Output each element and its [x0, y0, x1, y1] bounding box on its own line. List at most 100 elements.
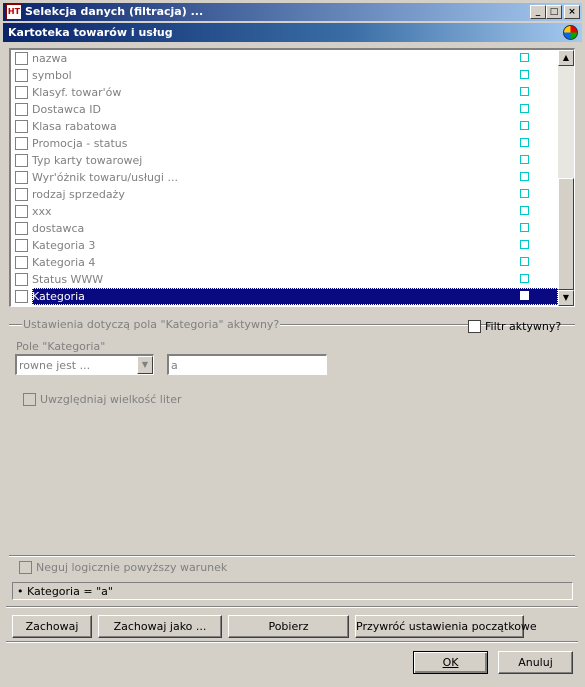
field-checkbox[interactable]	[15, 86, 28, 99]
selection-highlight	[32, 288, 558, 305]
save-button[interactable]: Zachowaj	[12, 615, 92, 638]
field-label: Kategoria 3	[32, 239, 96, 252]
field-list-item[interactable]: Kategoria 3	[11, 237, 558, 254]
chevron-down-icon[interactable]: ▼	[137, 356, 153, 374]
field-label: Kategoria	[32, 290, 85, 303]
field-list-item[interactable]: Klasa rabatowa	[11, 118, 558, 135]
field-list-item[interactable]: Klasyf. towar'ów	[11, 84, 558, 101]
field-label: Klasyf. towar'ów	[32, 86, 122, 99]
field-filter-indicator[interactable]	[520, 189, 529, 198]
field-checkbox[interactable]	[15, 52, 28, 65]
field-filter-indicator[interactable]	[520, 155, 529, 164]
field-list-item[interactable]: Kategoria	[11, 288, 558, 305]
field-checkbox[interactable]	[15, 222, 28, 235]
field-filter-indicator[interactable]	[520, 274, 529, 283]
field-label: Typ karty towarowej	[32, 154, 143, 167]
ok-button[interactable]: OK	[413, 651, 488, 674]
field-label: Status WWW	[32, 273, 104, 286]
field-checkbox[interactable]	[15, 137, 28, 150]
field-list-item[interactable]: dostawca	[11, 220, 558, 237]
field-label: Pole "Kategoria"	[16, 340, 106, 353]
field-filter-indicator[interactable]	[520, 70, 529, 79]
window-title: Selekcja danych (filtracja) ...	[25, 5, 204, 18]
field-list-item[interactable]: symbol	[11, 67, 558, 84]
scroll-thumb[interactable]	[558, 178, 574, 290]
field-checkbox[interactable]	[15, 273, 28, 286]
negate-separator	[9, 555, 575, 557]
field-filter-indicator[interactable]	[520, 138, 529, 147]
field-filter-indicator[interactable]	[520, 240, 529, 249]
operator-select[interactable]: rowne jest ... ▼	[15, 354, 154, 375]
field-label: rodzaj sprzedaży	[32, 188, 125, 201]
case-sensitive-checkbox[interactable]	[23, 393, 36, 406]
value-input[interactable]	[167, 354, 327, 375]
field-label: dostawca	[32, 222, 85, 235]
field-checkbox[interactable]	[15, 256, 28, 269]
negate-label: Neguj logicznie powyższy warunek	[36, 561, 228, 574]
field-filter-indicator[interactable]	[520, 53, 529, 62]
field-label: Wyr'óżnik towaru/usługi ...	[32, 171, 178, 184]
field-filter-indicator[interactable]	[520, 291, 529, 300]
section-title: Kartoteka towarów i usług	[8, 26, 173, 39]
field-checkbox[interactable]	[15, 69, 28, 82]
minimize-button[interactable]: _	[530, 5, 546, 19]
field-checkbox[interactable]	[15, 154, 28, 167]
field-checkbox[interactable]	[15, 103, 28, 116]
title-bar[interactable]: HT Selekcja danych (filtracja) ... _ □ ×	[3, 3, 582, 21]
field-label: Kategoria 4	[32, 256, 96, 269]
section-header: Kartoteka towarów i usług	[3, 23, 582, 42]
filter-summary: • Kategoria = "a"	[12, 582, 573, 600]
filter-active-checkbox[interactable]	[468, 320, 481, 333]
field-list-item[interactable]: Typ karty towarowej	[11, 152, 558, 169]
field-label: Dostawca ID	[32, 103, 101, 116]
field-list-item[interactable]: Promocja - status	[11, 135, 558, 152]
field-list-item[interactable]: rodzaj sprzedaży	[11, 186, 558, 203]
list-scrollbar[interactable]: ▲ ▼	[558, 50, 574, 306]
negate-checkbox[interactable]	[19, 561, 32, 574]
ok-label: OK	[442, 656, 459, 669]
footer-separator	[6, 641, 578, 643]
field-label: Promocja - status	[32, 137, 128, 150]
field-checkbox[interactable]	[15, 171, 28, 184]
operator-value: rowne jest ...	[19, 359, 91, 372]
cancel-button[interactable]: Anuluj	[498, 651, 573, 674]
field-checkbox[interactable]	[15, 120, 28, 133]
field-list-item[interactable]: Status WWW	[11, 271, 558, 288]
color-wheel-icon[interactable]	[563, 25, 578, 40]
field-filter-indicator[interactable]	[520, 206, 529, 215]
field-label: nazwa	[32, 52, 68, 65]
app-icon: HT	[6, 4, 22, 20]
field-filter-indicator[interactable]	[520, 257, 529, 266]
field-label: symbol	[32, 69, 72, 82]
field-checkbox[interactable]	[15, 188, 28, 201]
scroll-down-button[interactable]: ▼	[558, 290, 574, 306]
field-checkbox[interactable]	[15, 205, 28, 218]
field-filter-indicator[interactable]	[520, 121, 529, 130]
scroll-up-button[interactable]: ▲	[558, 50, 574, 66]
filter-active-label: Filtr aktywny?	[485, 320, 562, 333]
field-checkbox[interactable]	[15, 239, 28, 252]
buttons-separator	[6, 606, 578, 608]
field-list-item[interactable]: Dostawca ID	[11, 101, 558, 118]
case-sensitive-label: Uwzględniaj wielkość liter	[40, 393, 182, 406]
field-label: Klasa rabatowa	[32, 120, 117, 133]
field-rows: nazwa symbol Klasyf. towar'ów Dostawca ID Kl…	[11, 50, 558, 305]
load-button[interactable]: Pobierz	[228, 615, 349, 638]
selection-dialog: HT Selekcja danych (filtracja) ... _ □ ×…	[0, 0, 585, 687]
field-list-item[interactable]: nazwa	[11, 50, 558, 67]
field-list[interactable]: nazwa symbol Klasyf. towar'ów Dostawca ID Kl…	[9, 48, 575, 307]
restore-defaults-button[interactable]: Przywróć ustawienia początkowe	[355, 615, 537, 638]
field-filter-indicator[interactable]	[520, 87, 529, 96]
field-list-item[interactable]: xxx	[11, 203, 558, 220]
settings-group-title: Ustawienia dotyczą pola "Kategoria" akty…	[22, 318, 281, 331]
field-label: xxx	[32, 205, 52, 218]
save-as-button[interactable]: Zachowaj jako ...	[98, 615, 222, 638]
field-list-item[interactable]: Kategoria 4	[11, 254, 558, 271]
field-filter-indicator[interactable]	[520, 172, 529, 181]
field-filter-indicator[interactable]	[520, 223, 529, 232]
field-list-item[interactable]: Wyr'óżnik towaru/usługi ...	[11, 169, 558, 186]
close-button[interactable]: ×	[564, 5, 580, 19]
field-checkbox[interactable]	[15, 290, 28, 303]
field-filter-indicator[interactable]	[520, 104, 529, 113]
maximize-button[interactable]: □	[546, 5, 562, 19]
